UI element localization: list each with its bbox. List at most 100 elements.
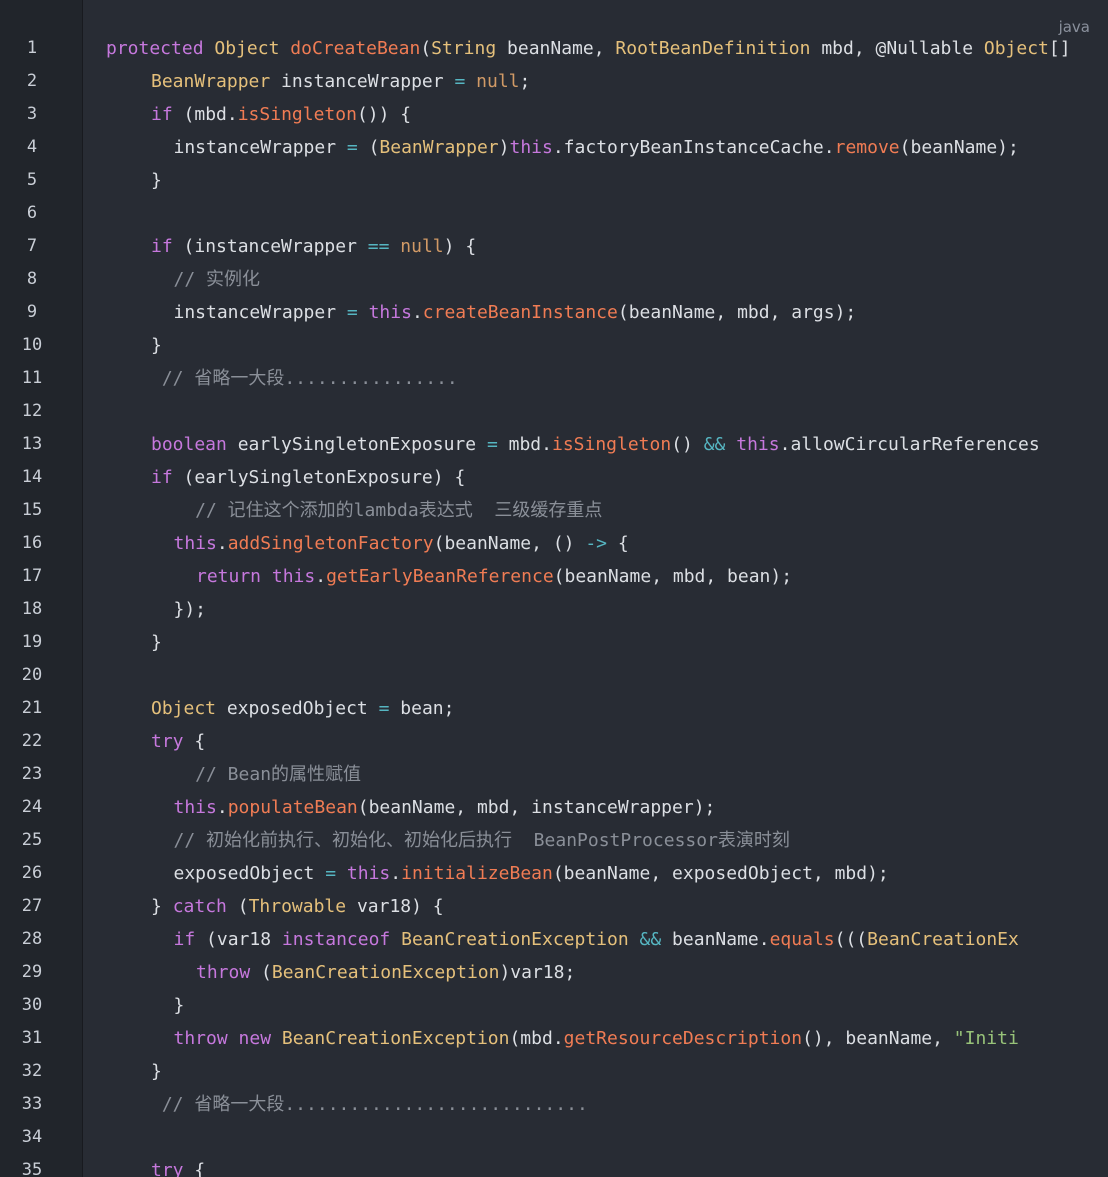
code-token: BeanCreationException xyxy=(281,1028,510,1049)
code-token: throw xyxy=(173,1028,228,1049)
code-token: beanName. xyxy=(661,929,770,950)
code-text: try { xyxy=(151,725,205,758)
code-token: null xyxy=(400,236,444,257)
code-token: exposedObject xyxy=(173,863,326,884)
code-line: 21 Object exposedObject = bean; xyxy=(0,692,1108,725)
code-text: boolean earlySingletonExposure = mbd.isS… xyxy=(151,428,1040,461)
code-token: . xyxy=(216,797,228,818)
code-token: . xyxy=(390,863,402,884)
code-line: 35 try { xyxy=(0,1154,1108,1177)
code-token: )var18; xyxy=(499,962,576,983)
code-text: instanceWrapper = (BeanWrapper)this.fact… xyxy=(174,131,1019,164)
line-number: 23 xyxy=(21,764,43,784)
code-line: 4 instanceWrapper = (BeanWrapper)this.fac… xyxy=(0,131,1108,164)
line-number: 15 xyxy=(21,500,43,520)
code-token: } xyxy=(151,335,162,356)
code-line: 24 this.populateBean(beanName, mbd, insta… xyxy=(0,791,1108,824)
code-token: BeanCreationException xyxy=(401,929,629,950)
line-number: 20 xyxy=(21,665,43,685)
code-token: . xyxy=(315,566,327,587)
code-token: } xyxy=(151,1061,162,1082)
line-number: 17 xyxy=(21,566,43,586)
code-text: return this.getEarlyBeanReference(beanNa… xyxy=(196,560,792,593)
code-text: if (earlySingletonExposure) { xyxy=(151,461,465,494)
code-token: // 实例化 xyxy=(173,269,261,290)
code-token: BeanCreationException xyxy=(271,962,500,983)
code-token: = xyxy=(454,71,466,92)
code-text: // 省略一大段................ xyxy=(151,362,458,395)
code-line: 5} xyxy=(0,164,1108,197)
code-token: (beanName, () xyxy=(433,533,586,554)
code-line: 9 instanceWrapper = this.createBeanInstan… xyxy=(0,296,1108,329)
code-text: // 初始化前执行、初始化、初始化后执行 BeanPostProcessor表演… xyxy=(174,824,790,857)
code-token: isSingleton xyxy=(237,104,357,125)
code-token: Object xyxy=(214,38,280,59)
code-line: 6 xyxy=(0,197,1108,230)
line-number: 4 xyxy=(26,137,38,157)
code-token: = xyxy=(346,137,358,158)
line-number: 22 xyxy=(21,731,43,751)
code-text: } xyxy=(151,164,162,197)
code-token: catch xyxy=(172,896,227,917)
code-token: boolean xyxy=(151,434,227,455)
code-token: BeanWrapper xyxy=(379,137,499,158)
code-line: 15 // 记住这个添加的lambda表达式 三级缓存重点 xyxy=(0,494,1108,527)
code-token: // 省略一大段................ xyxy=(151,368,458,389)
code-token: .factoryBeanInstanceCache. xyxy=(552,137,835,158)
code-token: = xyxy=(346,302,358,323)
code-token: . xyxy=(411,302,423,323)
code-token: if xyxy=(151,236,173,257)
code-text: BeanWrapper instanceWrapper = null; xyxy=(151,65,530,98)
code-token: var18) { xyxy=(346,896,444,917)
line-number: 18 xyxy=(21,599,43,619)
line-number: 31 xyxy=(21,1028,43,1048)
line-number: 13 xyxy=(21,434,43,454)
code-token: // Bean的属性赋值 xyxy=(173,764,362,785)
code-text: } xyxy=(151,329,162,362)
code-text: // Bean的属性赋值 xyxy=(173,758,362,791)
code-token: { xyxy=(183,1160,206,1177)
code-token: == xyxy=(367,236,390,257)
code-text: } xyxy=(151,626,162,659)
code-token: initializeBean xyxy=(401,863,553,884)
code-token: throw xyxy=(196,962,251,983)
code-token: // 记住这个添加的lambda表达式 三级缓存重点 xyxy=(173,500,603,521)
line-number: 24 xyxy=(21,797,43,817)
code-text: if (instanceWrapper == null) { xyxy=(151,230,476,263)
code-token: protected xyxy=(106,38,204,59)
code-line: 32} xyxy=(0,1055,1108,1088)
code-token: && xyxy=(639,929,662,950)
line-number: 10 xyxy=(21,335,43,355)
code-line: 7 if (instanceWrapper == null) { xyxy=(0,230,1108,263)
code-line: 1 protected Object doCreateBean(String be… xyxy=(0,32,1108,65)
code-token: BeanWrapper xyxy=(151,71,271,92)
line-number: 27 xyxy=(21,896,43,916)
code-token: } xyxy=(173,995,185,1016)
code-token: getResourceDescription xyxy=(563,1028,803,1049)
code-text: try { xyxy=(151,1154,205,1177)
line-number: 8 xyxy=(26,269,38,289)
code-token: ()) { xyxy=(356,104,412,125)
code-token: -> xyxy=(585,533,608,554)
code-token: ((( xyxy=(834,929,868,950)
code-text: // 实例化 xyxy=(174,263,261,296)
code-text: Object exposedObject = bean; xyxy=(151,692,454,725)
code-token: (instanceWrapper xyxy=(172,236,368,257)
code-text: }); xyxy=(174,593,207,626)
code-token: this xyxy=(509,137,553,158)
code-token: (beanName); xyxy=(899,137,1019,158)
code-token: (beanName, mbd, bean); xyxy=(553,566,793,587)
line-number: 16 xyxy=(21,533,43,553)
code-token: ) { xyxy=(443,236,477,257)
code-line: 10} xyxy=(0,329,1108,362)
code-token: remove xyxy=(834,137,900,158)
code-text: if (mbd.isSingleton()) { xyxy=(151,98,411,131)
line-number: 28 xyxy=(21,929,43,949)
line-number: 5 xyxy=(26,170,38,190)
code-token: (mbd. xyxy=(509,1028,564,1049)
line-number: 12 xyxy=(21,401,43,421)
